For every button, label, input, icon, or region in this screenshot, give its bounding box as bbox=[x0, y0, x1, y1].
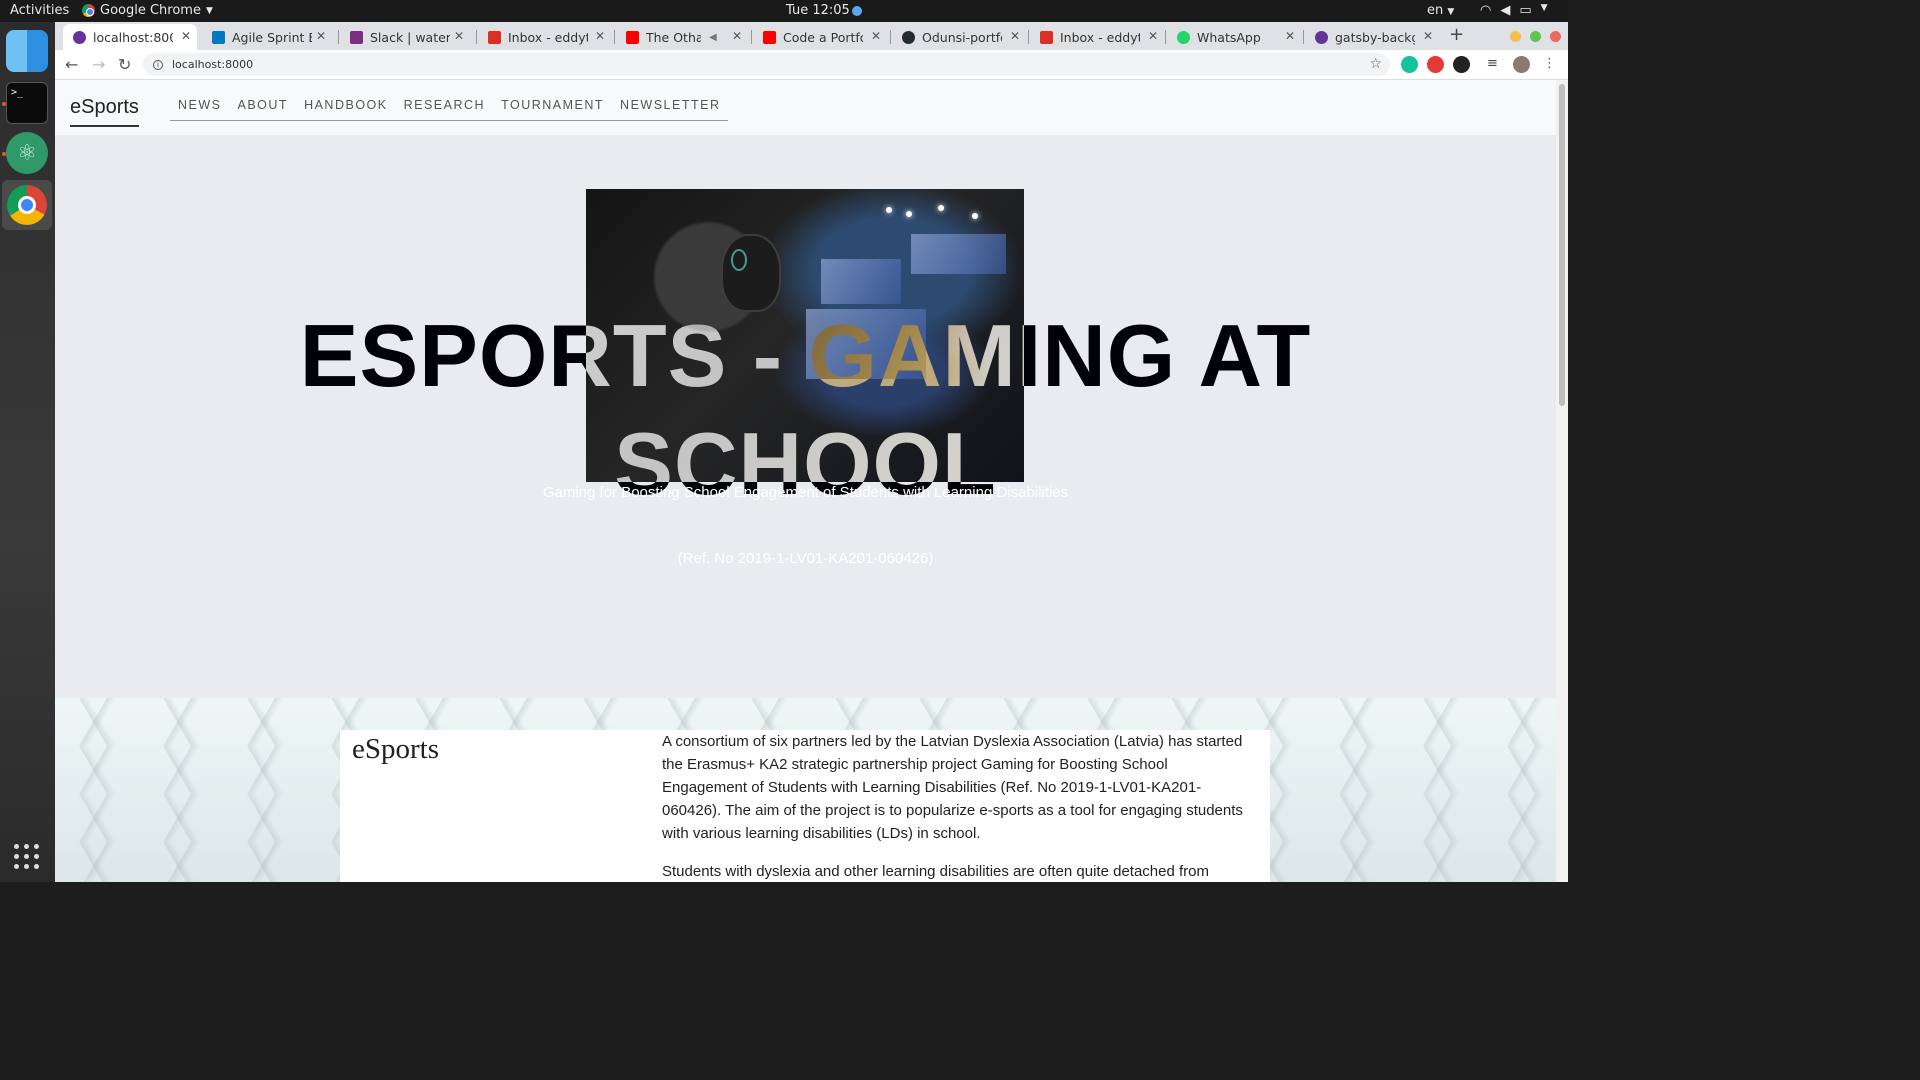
clock[interactable]: Tue 12:05 bbox=[786, 3, 862, 18]
minimize-button[interactable] bbox=[1510, 31, 1521, 42]
about-paragraph: Students with dyslexia and other learnin… bbox=[662, 863, 1209, 880]
audio-playing-icon[interactable]: ◀ bbox=[709, 32, 717, 43]
system-top-bar: Activities Google Chrome ▼ Tue 12:05 en … bbox=[0, 0, 1568, 22]
hero-reference: (Ref. No 2019-1-LV01-KA201-060426) bbox=[677, 550, 934, 567]
trello-icon bbox=[212, 30, 225, 44]
battery-icon: ▭ bbox=[1519, 3, 1532, 18]
hero-subtitle: Gaming for Boosting School Engagement of… bbox=[542, 484, 1069, 501]
about-paragraph: A consortium of six partners led by the … bbox=[662, 733, 1243, 842]
chrome-icon bbox=[7, 185, 47, 225]
hero-title-line-1: ESPORTS - GAMING AT bbox=[299, 306, 1312, 405]
forward-button[interactable]: → bbox=[92, 55, 105, 74]
media-control-icon[interactable]: ≡ bbox=[1487, 56, 1504, 73]
chrome-icon bbox=[82, 4, 95, 17]
browser-toolbar: ← → ↻ i localhost:8000 ☆ ≡ ⋮ bbox=[55, 50, 1568, 80]
info-icon[interactable]: i bbox=[153, 59, 163, 70]
language-selector[interactable]: en ▼ bbox=[1427, 3, 1454, 18]
reload-button[interactable]: ↻ bbox=[118, 55, 131, 74]
tab-odunsi-portfolio[interactable]: Odunsi-portfolio ✕ bbox=[892, 24, 1026, 50]
app-menu-label: Google Chrome bbox=[100, 3, 201, 18]
nav-about[interactable]: ABOUT bbox=[230, 98, 297, 112]
close-icon[interactable]: ✕ bbox=[595, 29, 605, 43]
language-label: en bbox=[1427, 3, 1444, 18]
new-tab-button[interactable]: + bbox=[1449, 24, 1464, 45]
youtube-icon bbox=[626, 30, 639, 44]
atom-app-icon[interactable]: ⚛ bbox=[6, 132, 48, 174]
terminal-app-icon[interactable]: >_ bbox=[6, 82, 48, 124]
close-icon[interactable]: ✕ bbox=[732, 29, 742, 43]
show-applications-icon[interactable] bbox=[14, 844, 40, 870]
gatsby-icon bbox=[1315, 30, 1328, 44]
chrome-app-icon[interactable] bbox=[2, 180, 52, 230]
system-tray[interactable]: ◠ ◀ ▭ ▼ bbox=[1480, 3, 1548, 18]
bookmark-star-icon[interactable]: ☆ bbox=[1369, 56, 1382, 72]
extension-icon[interactable] bbox=[1453, 56, 1470, 73]
close-icon[interactable]: ✕ bbox=[1285, 29, 1295, 43]
tab-inbox-2[interactable]: Inbox - eddythe ✕ bbox=[1030, 24, 1164, 50]
url-text: localhost:8000 bbox=[172, 58, 254, 71]
web-page: eSports NEWS ABOUT HANDBOOK RESEARCH TOU… bbox=[55, 80, 1556, 882]
close-icon[interactable]: ✕ bbox=[871, 29, 881, 43]
app-menu[interactable]: Google Chrome ▼ bbox=[82, 3, 213, 18]
gatsby-icon bbox=[73, 30, 86, 44]
about-heading: eSports bbox=[352, 733, 439, 765]
youtube-icon bbox=[763, 30, 776, 44]
close-icon[interactable]: ✕ bbox=[1148, 29, 1158, 43]
about-text: A consortium of six partners led by the … bbox=[662, 730, 1252, 882]
close-window-button[interactable] bbox=[1550, 31, 1561, 42]
close-icon[interactable]: ✕ bbox=[1010, 29, 1020, 43]
dock: >_ ⚛ bbox=[0, 22, 55, 882]
close-icon[interactable]: ✕ bbox=[181, 29, 191, 43]
close-icon[interactable]: ✕ bbox=[1423, 29, 1433, 43]
hero-title-line-2: SCHOOL bbox=[614, 414, 997, 513]
address-bar[interactable]: i localhost:8000 ☆ bbox=[143, 53, 1390, 76]
activities-button[interactable]: Activities bbox=[10, 3, 69, 18]
back-button[interactable]: ← bbox=[65, 55, 78, 74]
chevron-down-icon: ▼ bbox=[1540, 3, 1548, 13]
gmail-icon bbox=[1040, 30, 1053, 44]
tab-localhost[interactable]: localhost:8000 ✕ bbox=[63, 24, 197, 50]
tab-whatsapp[interactable]: WhatsApp ✕ bbox=[1167, 24, 1301, 50]
nav-news[interactable]: NEWS bbox=[170, 98, 230, 112]
more-menu-icon[interactable]: ⋮ bbox=[1543, 56, 1560, 73]
gmail-icon bbox=[488, 30, 501, 44]
site-nav-links: NEWS ABOUT HANDBOOK RESEARCH TOURNAMENT … bbox=[170, 98, 729, 121]
grammarly-extension-icon[interactable] bbox=[1401, 56, 1418, 73]
nav-newsletter[interactable]: NEWSLETTER bbox=[612, 98, 728, 112]
nav-tournament[interactable]: TOURNAMENT bbox=[493, 98, 612, 112]
tab-gatsby-background[interactable]: gatsby-backgrou ✕ bbox=[1305, 24, 1439, 50]
volume-icon: ◀ bbox=[1500, 3, 1511, 18]
chevron-down-icon: ▼ bbox=[205, 5, 213, 16]
chevron-down-icon: ▼ bbox=[1447, 7, 1455, 17]
maximize-button[interactable] bbox=[1530, 31, 1541, 42]
about-card: eSports A consortium of six partners led… bbox=[340, 730, 1270, 882]
profile-avatar[interactable] bbox=[1513, 56, 1530, 73]
site-brand[interactable]: eSports bbox=[70, 96, 139, 127]
tab-strip: localhost:8000 ✕ Agile Sprint Bac ✕ Slac… bbox=[55, 22, 1568, 50]
whatsapp-icon bbox=[1177, 30, 1190, 44]
tab-agile-sprint[interactable]: Agile Sprint Bac ✕ bbox=[202, 24, 332, 50]
tab-slack[interactable]: Slack | waterco ✕ bbox=[340, 24, 470, 50]
scrollbar-thumb[interactable] bbox=[1559, 84, 1565, 406]
clock-label: Tue 12:05 bbox=[786, 3, 850, 18]
slack-icon bbox=[350, 30, 363, 44]
page-scrollbar[interactable] bbox=[1556, 80, 1568, 882]
finder-app-icon[interactable] bbox=[6, 30, 48, 72]
wifi-icon: ◠ bbox=[1480, 3, 1492, 18]
tab-the-otha[interactable]: The Otha Si ◀ ✕ bbox=[616, 24, 748, 50]
close-icon[interactable]: ✕ bbox=[454, 29, 464, 43]
site-navbar: eSports NEWS ABOUT HANDBOOK RESEARCH TOU… bbox=[55, 80, 1556, 135]
tab-inbox-1[interactable]: Inbox - eddythe ✕ bbox=[478, 24, 611, 50]
close-icon[interactable]: ✕ bbox=[316, 29, 326, 43]
nav-research[interactable]: RESEARCH bbox=[396, 98, 493, 112]
nav-handbook[interactable]: HANDBOOK bbox=[296, 98, 396, 112]
tab-code-a-portfolio[interactable]: Code a Portfoli ✕ bbox=[753, 24, 887, 50]
notification-icon bbox=[851, 5, 862, 16]
adblock-extension-icon[interactable] bbox=[1427, 56, 1444, 73]
github-icon bbox=[902, 30, 915, 44]
